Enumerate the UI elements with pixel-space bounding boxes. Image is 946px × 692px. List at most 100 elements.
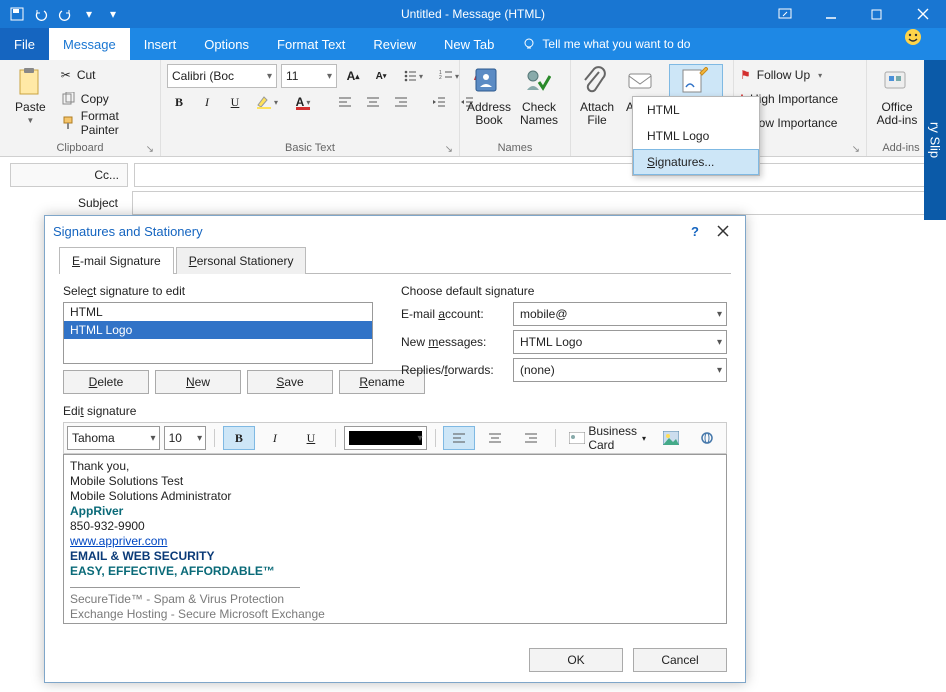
check-names-button[interactable]: Check Names xyxy=(518,64,560,127)
format-painter-button[interactable]: Format Painter xyxy=(61,112,154,134)
editor-color-select[interactable] xyxy=(344,426,427,450)
minimize-button[interactable] xyxy=(808,0,854,28)
qat-save[interactable] xyxy=(6,3,28,25)
editor-line: AppRiver xyxy=(70,504,720,519)
attach-file-button[interactable]: Attach File xyxy=(577,64,617,127)
insert-picture-button[interactable] xyxy=(655,426,687,450)
tab-file[interactable]: File xyxy=(0,28,49,60)
tab-insert[interactable]: Insert xyxy=(130,28,191,60)
new-messages-select[interactable]: HTML Logo xyxy=(513,330,727,354)
editor-italic-button[interactable]: I xyxy=(259,426,291,450)
font-name-select[interactable]: Calibri (Boc xyxy=(167,64,277,88)
editor-align-left[interactable] xyxy=(443,426,475,450)
sig-menu-signatures-label: ignatures... xyxy=(655,155,714,169)
editor-size-select[interactable]: 10 xyxy=(164,426,207,450)
editor-align-right[interactable] xyxy=(515,426,547,450)
editor-bold-button[interactable]: B xyxy=(223,426,255,450)
address-book-label: Address Book xyxy=(466,101,512,127)
tab-email-signature[interactable]: E-mail Signature xyxy=(59,247,174,274)
tab-personal-stationery-label: ersonal Stationery xyxy=(197,254,294,268)
tab-personal-stationery[interactable]: Personal Stationery xyxy=(176,247,307,274)
signature-list-item[interactable]: HTML xyxy=(64,303,372,321)
ribbon: Paste ▼ ✂Cut Copy Format Painter Clipboa… xyxy=(0,60,946,157)
signature-editor[interactable]: Thank you, Mobile Solutions Test Mobile … xyxy=(63,454,727,624)
editor-line: Exchange Hosting - Secure Microsoft Exch… xyxy=(70,607,720,622)
editor-link[interactable]: www.appriver.com xyxy=(70,534,167,548)
align-left-button[interactable] xyxy=(333,90,357,114)
bullets-button[interactable] xyxy=(397,64,429,88)
sig-menu-html-logo[interactable]: HTML Logo xyxy=(633,123,759,149)
paste-button[interactable]: Paste ▼ xyxy=(6,64,55,127)
editor-underline-button[interactable]: U xyxy=(295,426,327,450)
editor-toolbar: Tahoma 10 B I U Business Card ▾ xyxy=(63,422,727,454)
cc-input[interactable] xyxy=(134,163,936,187)
cut-button[interactable]: ✂Cut xyxy=(61,64,154,86)
highlight-button[interactable] xyxy=(251,90,283,114)
sig-menu-html[interactable]: HTML xyxy=(633,97,759,123)
signature-list[interactable]: HTML HTML Logo xyxy=(63,302,373,364)
office-addins-button[interactable]: Office Add-ins xyxy=(873,64,921,127)
qat-more2[interactable]: ▾ xyxy=(102,3,124,25)
align-right-button[interactable] xyxy=(389,90,413,114)
editor-font-select[interactable]: Tahoma xyxy=(67,426,160,450)
subject-input[interactable] xyxy=(132,191,936,215)
dialog-close-button[interactable] xyxy=(709,220,737,242)
qat-redo[interactable] xyxy=(54,3,76,25)
basic-text-group-label: Basic Text xyxy=(285,142,335,154)
link-icon xyxy=(699,431,715,445)
tab-options[interactable]: Options xyxy=(190,28,263,60)
shrink-font-button[interactable]: A▾ xyxy=(369,64,393,88)
follow-up-button[interactable]: ⚑Follow Up▾ xyxy=(740,64,822,86)
ribbon-display-options[interactable] xyxy=(762,0,808,28)
flag-icon: ⚑ xyxy=(740,68,751,82)
bold-button[interactable]: B xyxy=(167,90,191,114)
feedback-smiley[interactable] xyxy=(890,28,936,46)
close-button[interactable] xyxy=(900,0,946,28)
grow-font-button[interactable]: A▴ xyxy=(341,64,365,88)
copy-button[interactable]: Copy xyxy=(61,88,154,110)
decrease-indent-button[interactable] xyxy=(427,90,451,114)
format-painter-label: Format Painter xyxy=(81,109,154,137)
signature-list-item[interactable]: HTML Logo xyxy=(64,321,372,339)
cancel-button[interactable]: Cancel xyxy=(633,648,727,672)
business-card-button[interactable]: Business Card ▾ xyxy=(564,426,651,450)
new-button[interactable]: New xyxy=(155,370,241,394)
save-button[interactable]: Save xyxy=(247,370,333,394)
names-group-label: Names xyxy=(498,142,533,154)
underline-button[interactable]: U xyxy=(223,90,247,114)
italic-button[interactable]: I xyxy=(195,90,219,114)
maximize-button[interactable] xyxy=(854,0,900,28)
sig-menu-signatures[interactable]: Signatures... xyxy=(633,149,759,175)
business-card-icon xyxy=(569,432,585,444)
dialog-help-button[interactable]: ? xyxy=(681,220,709,242)
clipboard-launcher[interactable]: ↘ xyxy=(146,144,154,155)
editor-line: Mobile Solutions Test xyxy=(70,474,720,489)
signature-dropdown: HTML HTML Logo Signatures... xyxy=(632,96,760,176)
basic-text-launcher[interactable]: ↘ xyxy=(445,144,453,155)
ribbon-tabs: File Message Insert Options Format Text … xyxy=(0,28,946,60)
paste-label: Paste xyxy=(15,101,46,114)
qat-more1[interactable]: ▾ xyxy=(78,3,100,25)
cc-button[interactable]: Cc... xyxy=(10,163,128,187)
high-importance-label: High Importance xyxy=(750,92,838,106)
editor-align-center[interactable] xyxy=(479,426,511,450)
font-color-button[interactable]: A xyxy=(287,90,319,114)
tab-review[interactable]: Review xyxy=(359,28,430,60)
tell-me-search[interactable]: Tell me what you want to do xyxy=(508,28,690,60)
delete-button[interactable]: Delete xyxy=(63,370,149,394)
font-size-select[interactable]: 11 xyxy=(281,64,337,88)
tags-launcher[interactable]: ↘ xyxy=(852,144,860,155)
select-signature-label: Select signature to edit xyxy=(63,284,373,298)
qat-undo[interactable] xyxy=(30,3,52,25)
address-book-button[interactable]: Address Book xyxy=(466,64,512,127)
ok-button[interactable]: OK xyxy=(529,648,623,672)
email-account-select[interactable]: mobile@ xyxy=(513,302,727,326)
tab-format-text[interactable]: Format Text xyxy=(263,28,359,60)
replies-forwards-select[interactable]: (none) xyxy=(513,358,727,382)
tab-message[interactable]: Message xyxy=(49,28,130,60)
align-center-button[interactable] xyxy=(361,90,385,114)
insert-hyperlink-button[interactable] xyxy=(691,426,723,450)
tab-new[interactable]: New Tab xyxy=(430,28,508,60)
delivery-slip-pane[interactable]: ry Slip xyxy=(924,60,946,220)
replies-forwards-label: Replies/forwards: xyxy=(401,363,513,377)
